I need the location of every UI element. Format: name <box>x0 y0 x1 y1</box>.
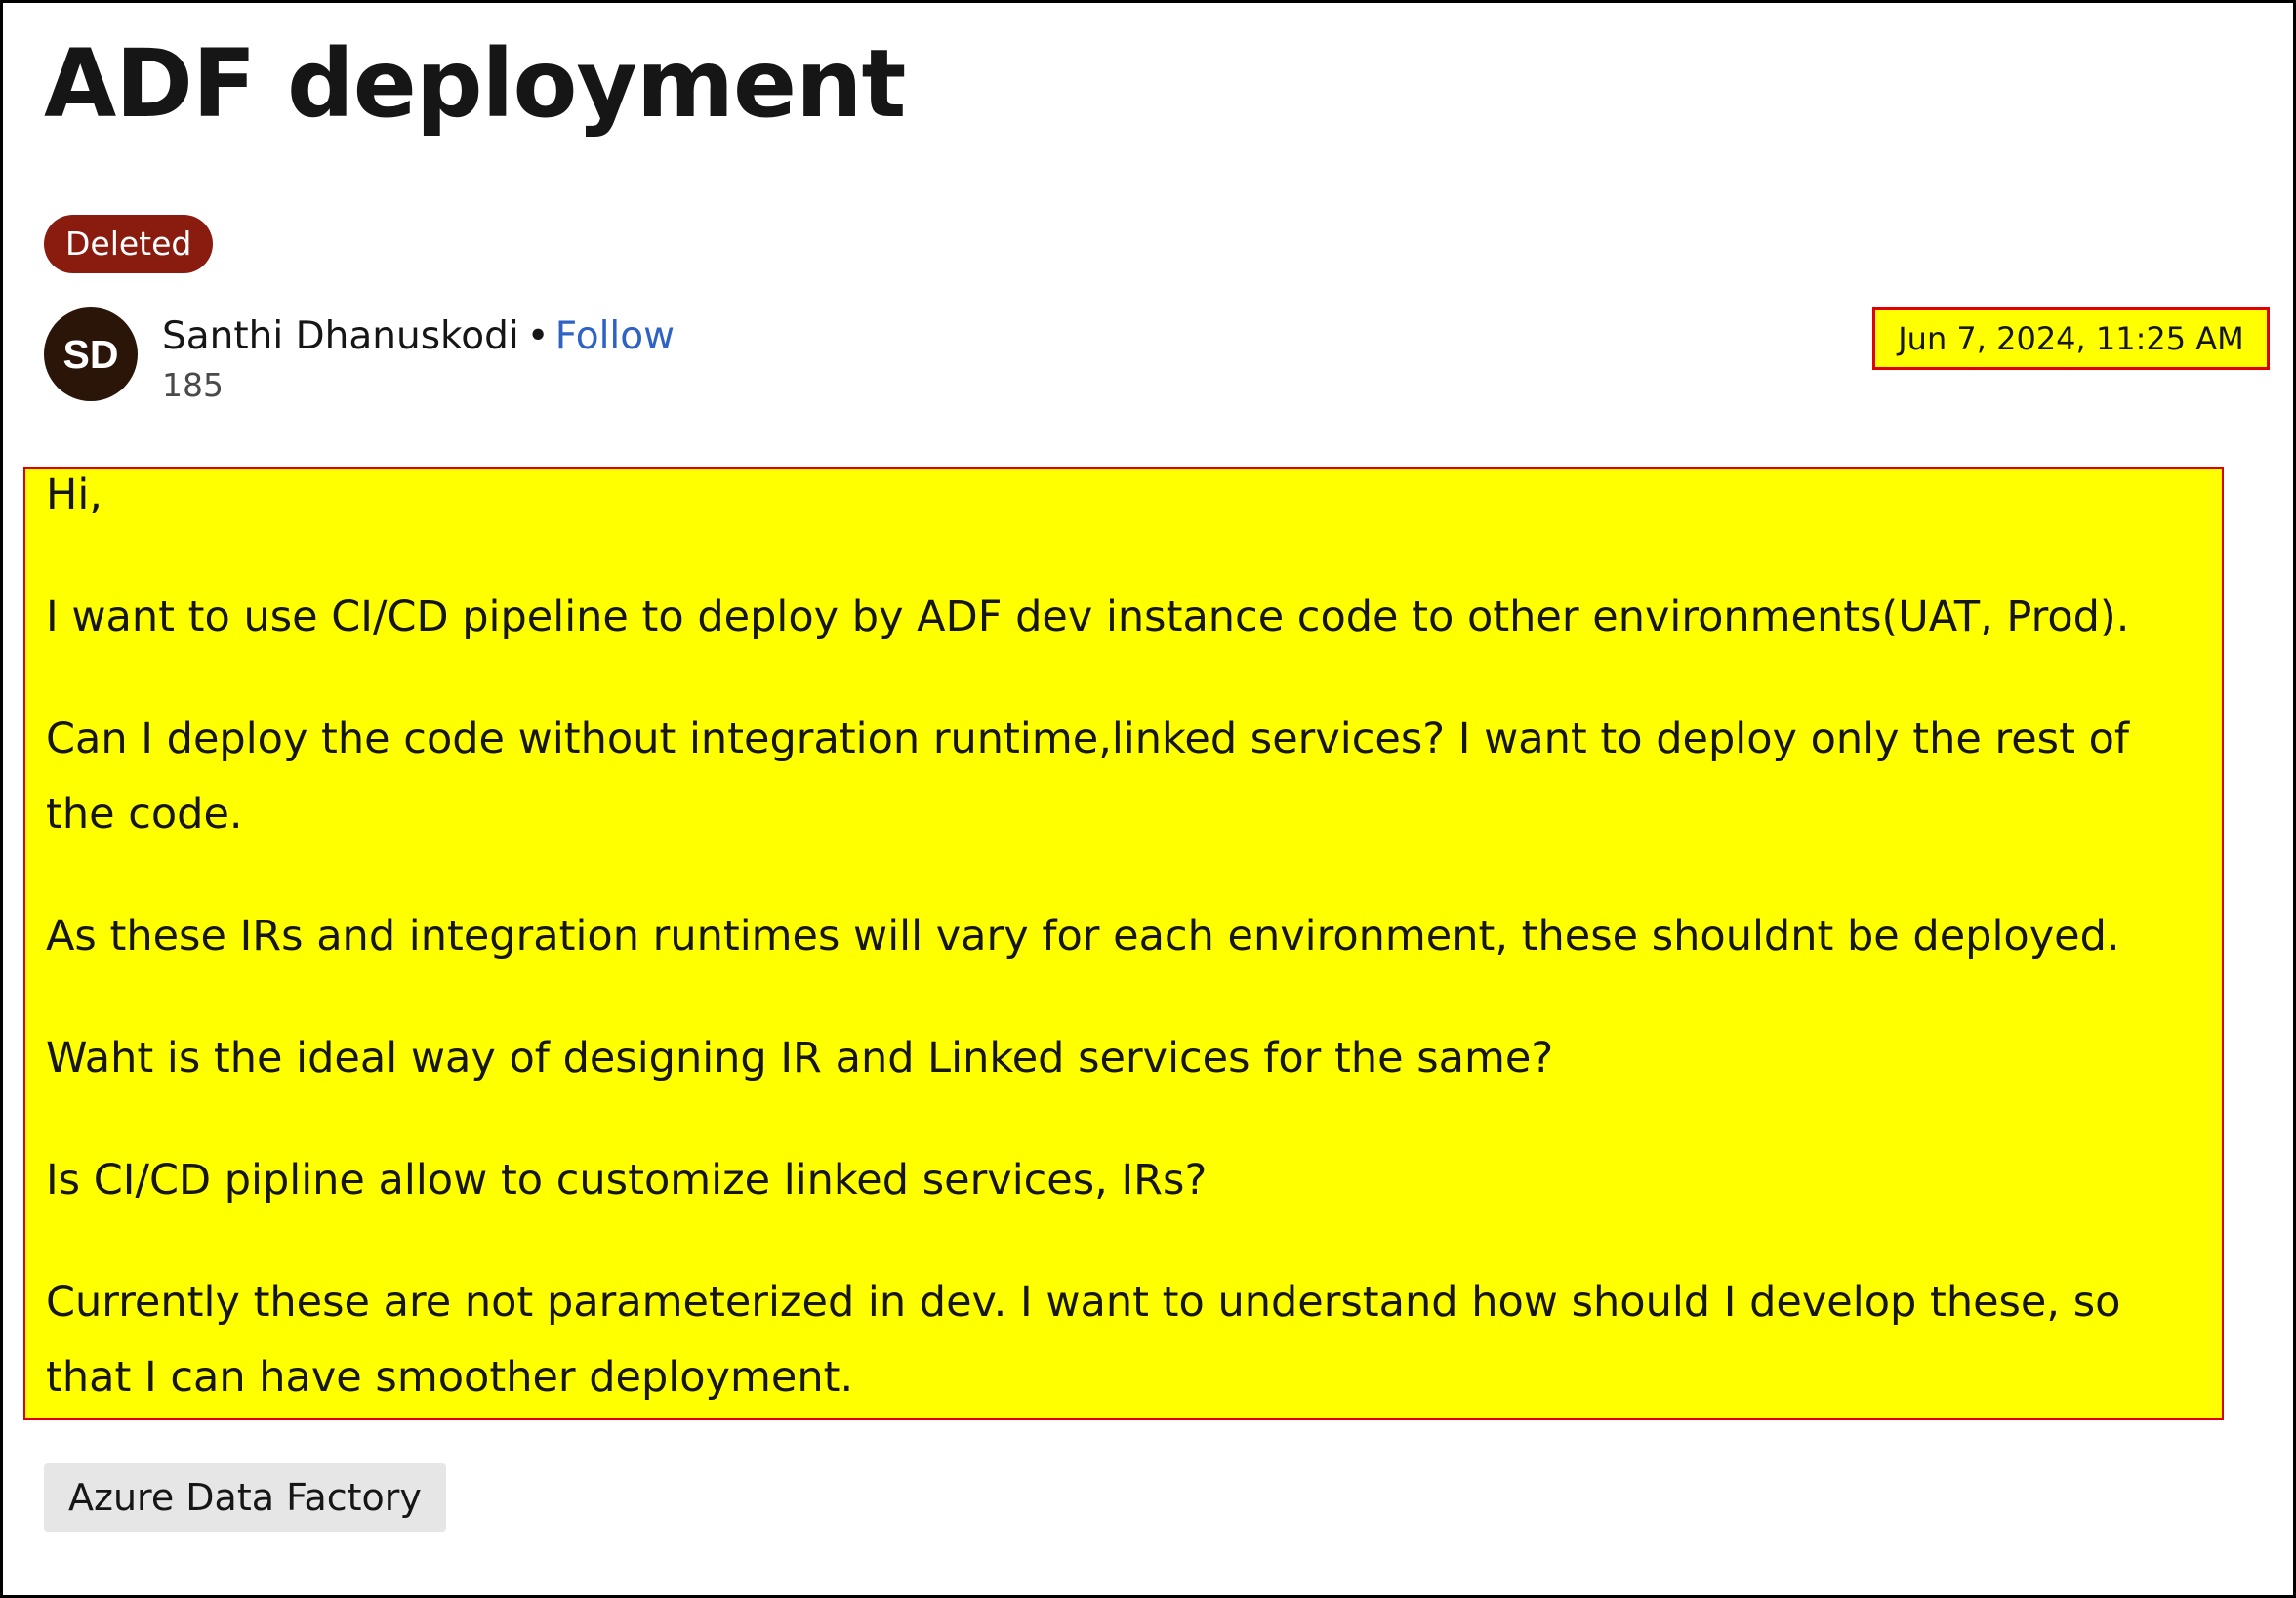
author-name[interactable]: Santhi Dhanuskodi <box>162 314 519 358</box>
body-paragraph: Can I deploy the code without integratio… <box>46 715 2130 839</box>
body-paragraph: Is CI/CD pipline allow to customize link… <box>46 1156 1208 1205</box>
page-title: ADF deployment <box>44 29 906 139</box>
separator-dot: • <box>526 314 550 358</box>
body-paragraph: I want to use CI/CD pipeline to deploy b… <box>46 593 2130 641</box>
author-points: 185 <box>162 366 224 404</box>
status-badge: Deleted <box>44 215 214 273</box>
post-timestamp: Jun 7, 2024, 11:25 AM <box>1872 307 2270 370</box>
follow-link[interactable]: Follow <box>555 314 675 358</box>
body-paragraph: Hi, <box>46 471 102 519</box>
question-body: Hi, I want to use CI/CD pipeline to depl… <box>23 467 2224 1420</box>
tag-azure-data-factory[interactable]: Azure Data Factory <box>44 1463 446 1532</box>
body-paragraph: Currently these are not parameterized in… <box>46 1278 2121 1402</box>
body-paragraph: As these IRs and integration runtimes wi… <box>46 912 2120 961</box>
avatar[interactable]: SD <box>44 307 138 401</box>
body-paragraph: Waht is the ideal way of designing IR an… <box>46 1034 1554 1083</box>
author-line: Santhi Dhanuskodi • Follow <box>162 311 675 362</box>
question-page: ADF deployment Deleted SD Santhi Dhanusk… <box>0 0 2296 1598</box>
